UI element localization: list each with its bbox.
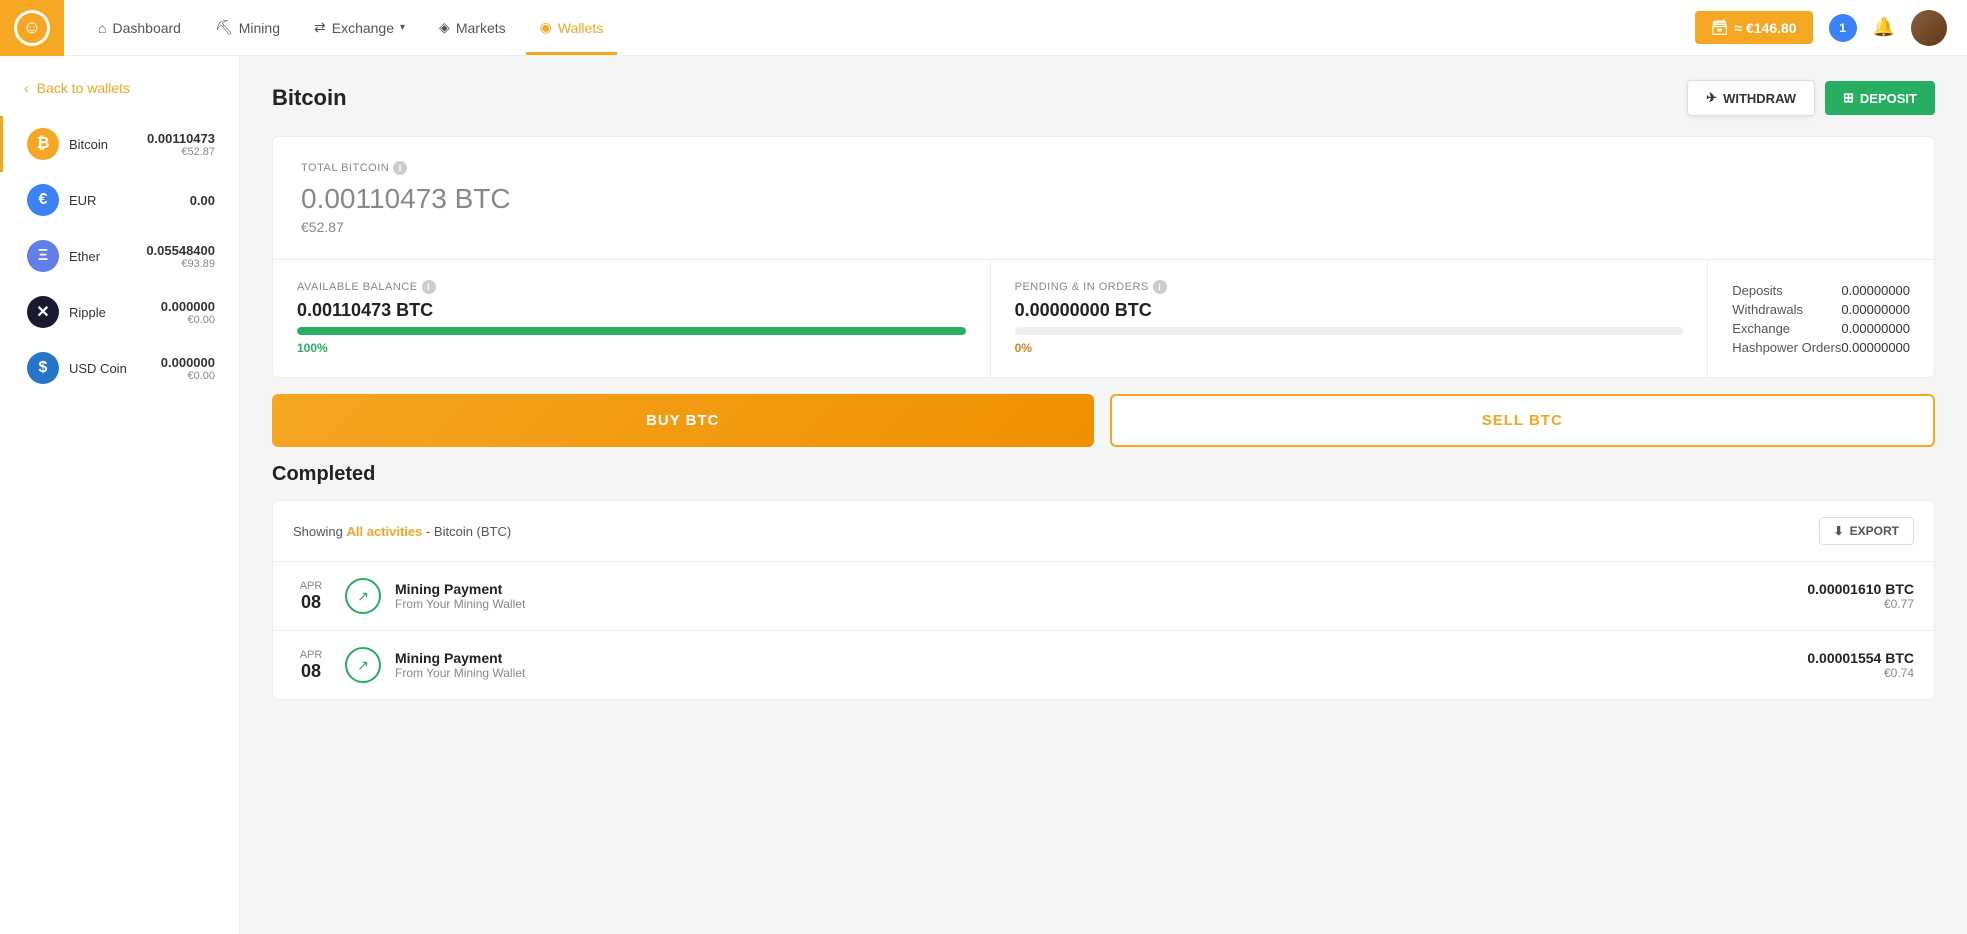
available-info-icon[interactable]: i — [422, 280, 436, 294]
stats-section: Deposits 0.00000000 Withdrawals 0.000000… — [1708, 260, 1934, 377]
total-info-icon[interactable]: i — [393, 161, 407, 175]
sell-btc-button[interactable]: SELL BTC — [1110, 394, 1936, 447]
activity-currency: Bitcoin (BTC) — [434, 524, 511, 539]
eur-icon: € — [27, 184, 59, 216]
pending-value: 0.00000000 BTC — [1015, 300, 1684, 321]
nav-items: ⌂ Dashboard ⛏ Mining ⇄ Exchange ▾ ◈ Mark… — [64, 0, 1695, 55]
main-content: Bitcoin ✈ WITHDRAW ⊞ DEPOSIT TOTAL BITCO… — [240, 56, 1967, 934]
deposit-icon: ⊞ — [1843, 90, 1854, 106]
withdraw-icon: ✈ — [1706, 90, 1717, 106]
tx-date-2: APR 08 — [293, 649, 329, 682]
available-value: 0.00110473 BTC — [297, 300, 966, 321]
wallet-item-usdc[interactable]: $ USD Coin 0.000000 €0.00 — [0, 340, 239, 396]
available-label: AVAILABLE BALANCE i — [297, 280, 966, 294]
action-row: BUY BTC SELL BTC — [272, 394, 1935, 447]
pending-info-icon[interactable]: i — [1153, 280, 1167, 294]
xrp-amounts: 0.000000 €0.00 — [161, 299, 215, 326]
pending-balance-section: PENDING & IN ORDERS i 0.00000000 BTC 0% — [991, 260, 1709, 377]
stat-withdrawals: Withdrawals 0.00000000 — [1732, 302, 1910, 317]
available-progress-fill — [297, 327, 966, 335]
pending-pct: 0% — [1015, 341, 1032, 355]
total-balance-section: TOTAL BITCOIN i 0.00110473 BTC €52.87 — [273, 137, 1934, 259]
xrp-icon: ✕ — [27, 296, 59, 328]
showing-text: Showing All activities - Bitcoin (BTC) — [293, 524, 511, 539]
available-progress-bar — [297, 327, 966, 335]
btc-amounts: 0.00110473 €52.87 — [147, 131, 215, 158]
usdc-amounts: 0.000000 €0.00 — [161, 355, 215, 382]
withdraw-button[interactable]: ✈ WITHDRAW — [1687, 80, 1815, 116]
sidebar: ‹ Back to wallets ₿ Bitcoin 0.00110473 €… — [0, 56, 240, 934]
wallet-item-eth[interactable]: Ξ Ether 0.05548400 €93.89 — [0, 228, 239, 284]
eth-icon: Ξ — [27, 240, 59, 272]
tx-amount-2: 0.00001554 BTC €0.74 — [1807, 650, 1914, 680]
nav-wallets[interactable]: ◉ Wallets — [526, 0, 618, 55]
total-label: TOTAL BITCOIN i — [301, 161, 1906, 175]
avatar-image — [1911, 10, 1947, 46]
activity-filter-link[interactable]: All activities — [346, 524, 422, 539]
nav-dashboard[interactable]: ⌂ Dashboard — [84, 0, 195, 55]
eth-amounts: 0.05548400 €93.89 — [146, 243, 215, 270]
export-icon: ⬇ — [1834, 524, 1844, 538]
pending-label: PENDING & IN ORDERS i — [1015, 280, 1684, 294]
nav-mining[interactable]: ⛏ Mining — [201, 0, 294, 55]
notification-badge[interactable]: 1 — [1829, 14, 1857, 42]
tx-info-2: Mining Payment From Your Mining Wallet — [395, 650, 1807, 680]
avatar[interactable] — [1911, 10, 1947, 46]
logo[interactable]: ☺ — [0, 0, 64, 56]
markets-icon: ◈ — [439, 19, 450, 36]
home-icon: ⌂ — [98, 20, 106, 36]
pending-progress-bar — [1015, 327, 1684, 335]
total-eur: €52.87 — [301, 219, 1906, 235]
nav-right: 🗃 ≈ €146.80 1 🔔 — [1695, 10, 1967, 46]
chevron-left-icon: ‹ — [24, 80, 29, 96]
tx-icon-1: ↗ — [345, 578, 381, 614]
total-balance-card: TOTAL BITCOIN i 0.00110473 BTC €52.87 AV… — [272, 136, 1935, 378]
export-button[interactable]: ⬇ EXPORT — [1819, 517, 1914, 545]
completed-card: Showing All activities - Bitcoin (BTC) ⬇… — [272, 500, 1935, 700]
top-navigation: ☺ ⌂ Dashboard ⛏ Mining ⇄ Exchange ▾ ◈ Ma… — [0, 0, 1967, 56]
tx-info-1: Mining Payment From Your Mining Wallet — [395, 581, 1807, 611]
btc-icon: ₿ — [27, 128, 59, 160]
tx-date-1: APR 08 — [293, 580, 329, 613]
transaction-row: APR 08 ↗ Mining Payment From Your Mining… — [273, 562, 1934, 631]
available-pct: 100% — [297, 341, 328, 355]
page-header: Bitcoin ✈ WITHDRAW ⊞ DEPOSIT — [272, 80, 1935, 116]
logo-icon: ☺ — [14, 10, 50, 46]
chevron-down-icon: ▾ — [400, 22, 405, 33]
completed-title: Completed — [272, 463, 1935, 486]
page-layout: ‹ Back to wallets ₿ Bitcoin 0.00110473 €… — [0, 56, 1967, 934]
wallet-item-xrp[interactable]: ✕ Ripple 0.000000 €0.00 — [0, 284, 239, 340]
balance-details-row: AVAILABLE BALANCE i 0.00110473 BTC 100% … — [273, 259, 1934, 377]
transaction-row: APR 08 ↗ Mining Payment From Your Mining… — [273, 631, 1934, 699]
wallet-item-btc[interactable]: ₿ Bitcoin 0.00110473 €52.87 — [0, 116, 239, 172]
balance-button[interactable]: 🗃 ≈ €146.80 — [1695, 11, 1813, 44]
deposit-button[interactable]: ⊞ DEPOSIT — [1825, 81, 1935, 115]
wallet-icon-small: 🗃 — [1711, 19, 1729, 36]
completed-header: Showing All activities - Bitcoin (BTC) ⬇… — [273, 501, 1934, 562]
nav-markets[interactable]: ◈ Markets — [425, 0, 520, 55]
eur-amounts: 0.00 — [190, 193, 215, 208]
wallets-icon: ◉ — [540, 19, 552, 36]
exchange-icon: ⇄ — [314, 19, 326, 36]
buy-btc-button[interactable]: BUY BTC — [272, 394, 1094, 447]
page-title: Bitcoin — [272, 85, 347, 111]
stat-exchange: Exchange 0.00000000 — [1732, 321, 1910, 336]
stat-hashpower: Hashpower Orders 0.00000000 — [1732, 340, 1910, 355]
total-amount: 0.00110473 BTC — [301, 183, 1906, 215]
available-balance-section: AVAILABLE BALANCE i 0.00110473 BTC 100% — [273, 260, 991, 377]
tx-amount-1: 0.00001610 BTC €0.77 — [1807, 581, 1914, 611]
mining-icon: ⛏ — [215, 19, 233, 36]
wallet-item-eur[interactable]: € EUR 0.00 — [0, 172, 239, 228]
header-actions: ✈ WITHDRAW ⊞ DEPOSIT — [1687, 80, 1935, 116]
bell-icon[interactable]: 🔔 — [1873, 17, 1895, 38]
tx-icon-2: ↗ — [345, 647, 381, 683]
stat-deposits: Deposits 0.00000000 — [1732, 283, 1910, 298]
usdc-icon: $ — [27, 352, 59, 384]
nav-exchange[interactable]: ⇄ Exchange ▾ — [300, 0, 419, 55]
back-to-wallets-link[interactable]: ‹ Back to wallets — [0, 80, 239, 116]
